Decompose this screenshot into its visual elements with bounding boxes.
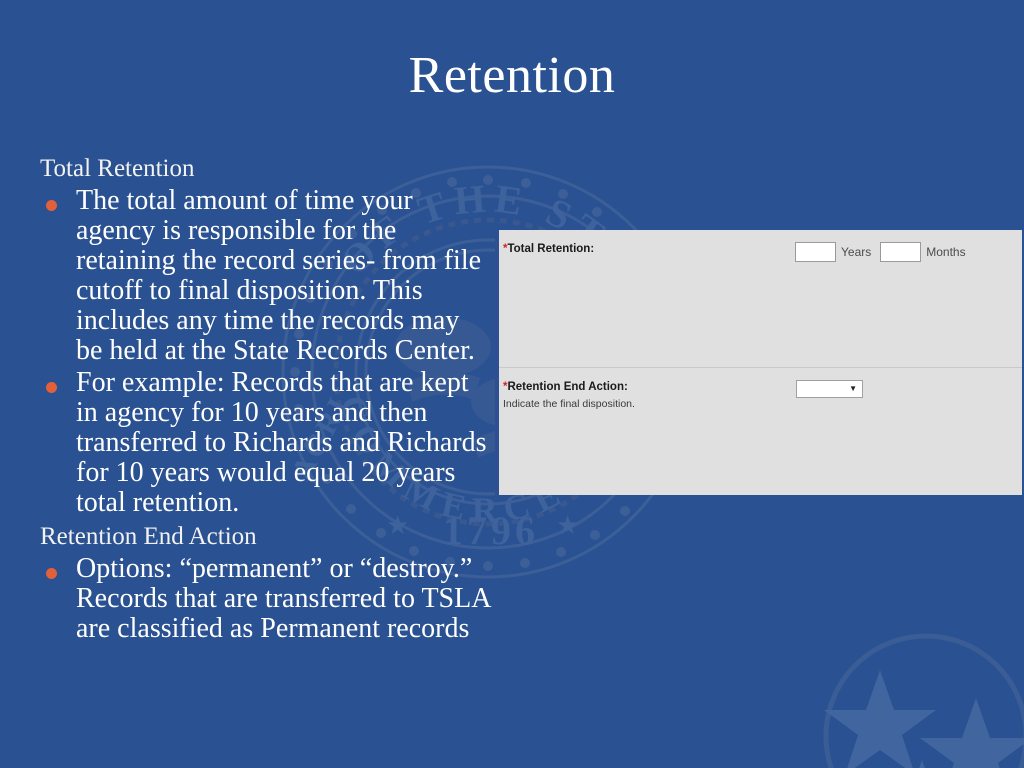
months-unit-label: Months: [926, 245, 966, 259]
retention-end-action-section: *Retention End Action: Indicate the fina…: [499, 368, 1022, 494]
years-input[interactable]: [795, 242, 836, 262]
bullet-text: Options: “permanent” or “destroy.” Recor…: [76, 553, 490, 644]
chevron-down-icon: ▼: [849, 384, 857, 393]
svg-text:★: ★: [556, 511, 579, 540]
bullet-text: For example: Records that are kept in ag…: [76, 367, 487, 518]
bullet-dot-icon: [46, 382, 57, 393]
total-retention-section: *Total Retention: Years Months: [499, 230, 1022, 368]
years-unit-label: Years: [841, 245, 872, 259]
slide-body: Total Retention The total amount of time…: [40, 152, 492, 646]
heading-retention-end-action: Retention End Action: [40, 523, 257, 550]
months-input[interactable]: [880, 242, 922, 262]
tennessee-tristar-watermark: [823, 633, 1024, 768]
total-retention-label-text: Total Retention:: [507, 243, 595, 255]
retention-end-action-label: *Retention End Action:: [503, 381, 628, 393]
bullet-dot-icon: [46, 200, 57, 211]
list-item: The total amount of time your agency is …: [40, 186, 492, 366]
list-item: Options: “permanent” or “destroy.” Recor…: [40, 554, 492, 644]
list-item: For example: Records that are kept in ag…: [40, 368, 492, 518]
retention-end-action-select[interactable]: ▼: [796, 380, 863, 398]
page-title: Retention: [408, 47, 616, 104]
total-retention-duration-row: Years Months: [795, 242, 975, 262]
bullet-dot-icon: [46, 568, 57, 579]
heading-total-retention: Total Retention: [40, 155, 195, 182]
total-retention-label: *Total Retention:: [503, 243, 594, 255]
retention-end-action-help-text: Indicate the final disposition.: [503, 398, 635, 410]
bullet-text: The total amount of time your agency is …: [76, 185, 482, 366]
retention-end-action-label-text: Retention End Action:: [507, 381, 628, 393]
retention-form-screenshot: *Total Retention: Years Months *Retentio…: [495, 230, 1022, 495]
